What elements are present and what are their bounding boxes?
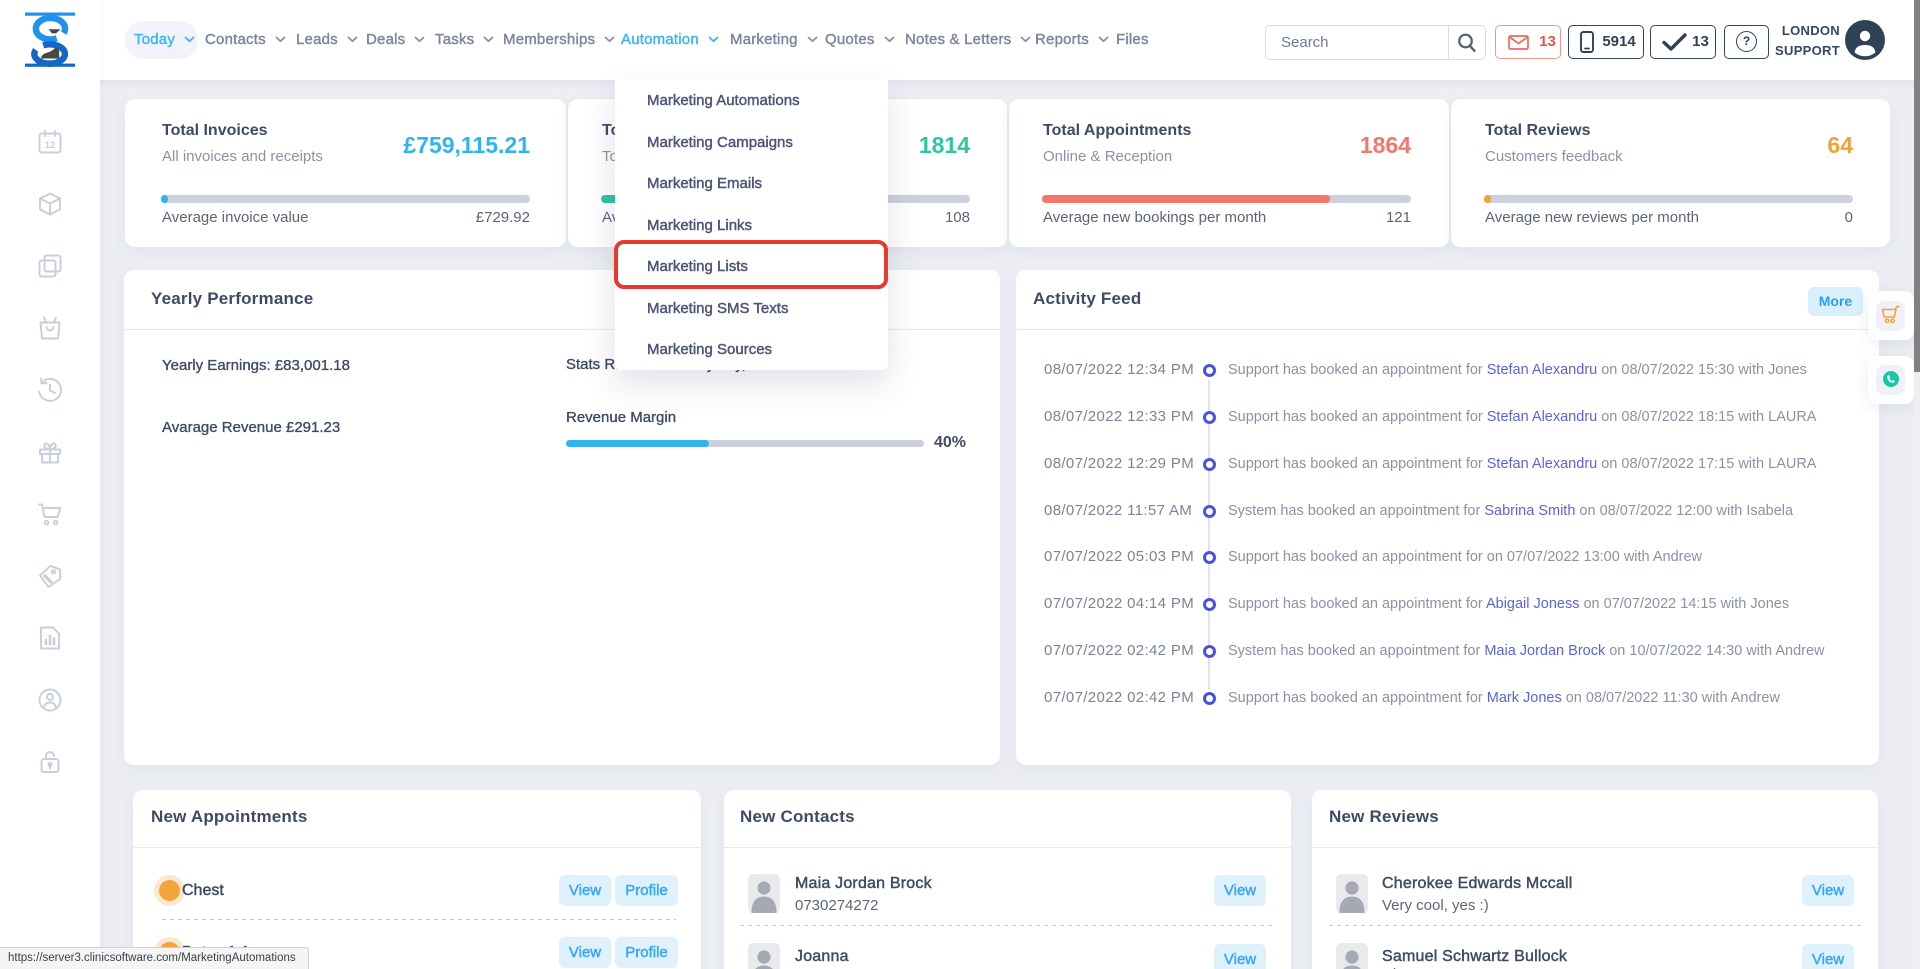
- svg-text:12: 12: [45, 140, 56, 151]
